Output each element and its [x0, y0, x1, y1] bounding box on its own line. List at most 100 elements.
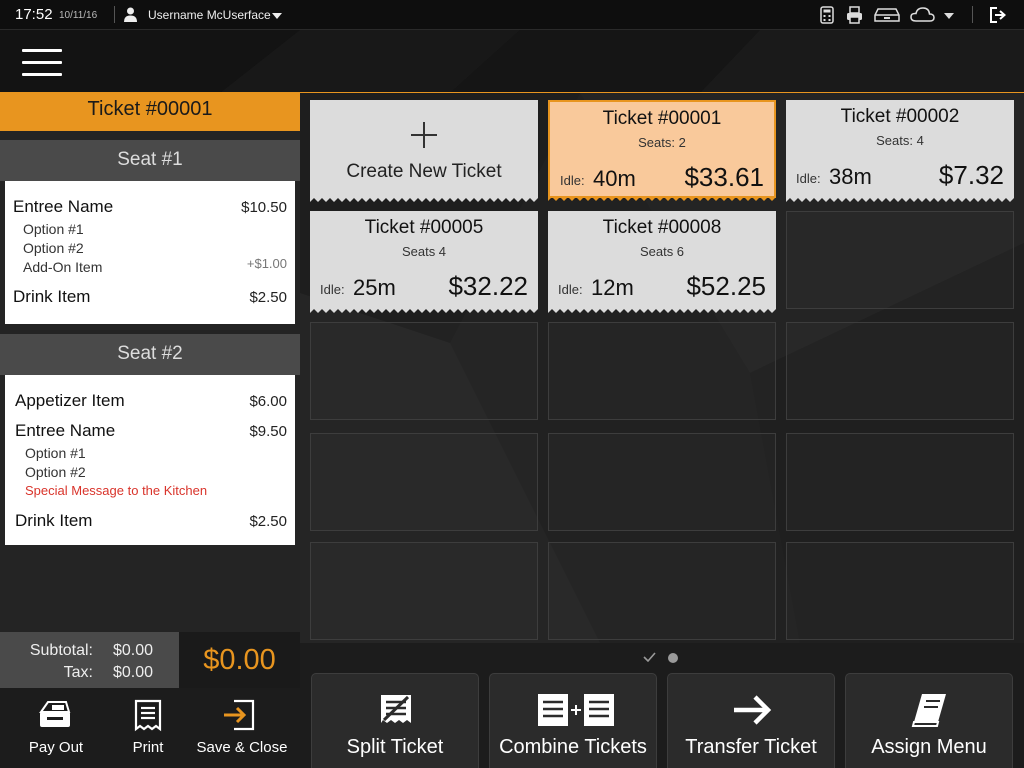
zigzag-edge: [548, 308, 776, 313]
subtotal-label: Subtotal:: [29, 642, 93, 659]
empty-ticket-slot: [548, 322, 776, 420]
item-name[interactable]: Entree Name: [13, 197, 113, 217]
pay-out-button[interactable]: Pay Out: [14, 688, 98, 768]
ticket-card-title: Ticket #00005: [364, 217, 484, 238]
empty-ticket-slot: [786, 542, 1014, 640]
zigzag-edge: [310, 308, 538, 313]
item-price: $6.00: [249, 393, 287, 410]
ticket-card-seats: Seats: 2: [638, 135, 686, 150]
empty-ticket-slot: [548, 542, 776, 640]
tax-label: Tax:: [63, 664, 93, 681]
logout-icon[interactable]: [989, 6, 1007, 24]
empty-ticket-slot: [548, 433, 776, 531]
empty-ticket-slot: [786, 211, 1014, 309]
addon-price: +$1.00: [246, 256, 287, 271]
ticket-amount: $7.32: [938, 160, 1004, 190]
clock: 17:52: [15, 6, 53, 23]
page-indicator: [300, 643, 1024, 673]
ticket-card-title: Ticket #00001: [602, 108, 722, 129]
ticket-card[interactable]: Ticket #00008 Seats 6 Idle: 12m $52.25: [548, 211, 776, 313]
ticket-amount: $52.25: [686, 271, 766, 301]
ticket-card-title: Ticket #00002: [840, 106, 960, 127]
zigzag-edge: [310, 197, 538, 202]
divider: [114, 6, 115, 23]
ticket-card-seats: Seats 6: [639, 244, 685, 259]
create-ticket-button[interactable]: Create New Ticket: [310, 100, 538, 202]
empty-ticket-slot: [786, 322, 1014, 420]
split-ticket-button[interactable]: Split Ticket: [311, 673, 479, 768]
user-menu-caret-icon[interactable]: [272, 13, 282, 19]
save-close-button[interactable]: Save & Close: [192, 688, 292, 768]
idle-label: Idle:: [320, 282, 345, 297]
page-dot[interactable]: [668, 653, 678, 663]
split-ticket-icon: [381, 695, 411, 723]
kitchen-message: Special Message to the Kitchen: [25, 483, 208, 498]
item-option: Option #2: [25, 464, 86, 480]
ticket-card-title: Ticket #00008: [602, 217, 722, 238]
item-addon: Add-On Item: [23, 259, 103, 275]
seat-header[interactable]: Seat #2: [0, 334, 300, 375]
order-panel: Ticket #00001 Seat #1 Entree Name $10.50…: [0, 93, 300, 768]
totals-summary: Subtotal: $0.00 Tax: $0.00: [0, 632, 179, 688]
seat-items: Entree Name $10.50 Option #1 Option #2 A…: [5, 181, 295, 324]
zigzag-edge: [786, 197, 1014, 202]
ticket-amount: $33.61: [684, 162, 764, 192]
print-label: Print: [132, 739, 164, 756]
ticket-card[interactable]: Ticket #00005 Seats 4 Idle: 25m $32.22: [310, 211, 538, 313]
cloud-icon[interactable]: [910, 6, 935, 24]
user-icon: [124, 7, 137, 22]
save-close-label: Save & Close: [196, 739, 288, 756]
cash-drawer-icon[interactable]: [874, 6, 900, 24]
dropdown-caret-icon[interactable]: [943, 6, 955, 24]
item-option: Option #1: [25, 445, 86, 461]
order-actions: Pay Out Print Save & Close: [0, 688, 300, 768]
combine-tickets-button[interactable]: Combine Tickets: [489, 673, 657, 768]
tax-value: $0.00: [113, 664, 154, 681]
item-name[interactable]: Entree Name: [15, 421, 115, 441]
menu-hamburger-icon[interactable]: [22, 49, 62, 77]
save-close-icon: [224, 699, 255, 731]
item-option: Option #2: [23, 240, 84, 256]
idle-time: 12m: [591, 275, 634, 300]
assign-menu-label: Assign Menu: [871, 736, 987, 758]
item-price: $10.50: [241, 199, 287, 216]
item-name[interactable]: Drink Item: [13, 287, 90, 307]
page-check-icon[interactable]: [643, 652, 656, 662]
ticket-actions: Split Ticket Combine Tickets Transfer Ti…: [300, 673, 1024, 768]
assign-menu-button[interactable]: Assign Menu: [845, 673, 1013, 768]
transfer-ticket-label: Transfer Ticket: [685, 736, 817, 758]
item-name[interactable]: Drink Item: [15, 511, 92, 531]
ticket-card[interactable]: Ticket #00001 Seats: 2 Idle: 40m $33.61: [548, 100, 776, 201]
item-price: $9.50: [249, 423, 287, 440]
cash-register-icon: [39, 701, 71, 727]
printer-icon[interactable]: [846, 6, 863, 24]
date: 10/11/16: [59, 10, 98, 21]
idle-label: Idle:: [560, 173, 585, 188]
empty-ticket-slot: [310, 542, 538, 640]
ticket-title: Ticket #00001: [0, 93, 300, 131]
username[interactable]: Username McUserface: [148, 8, 271, 22]
create-ticket-label: Create New Ticket: [346, 161, 502, 182]
ticket-card-seats: Seats 4: [401, 244, 447, 259]
transfer-ticket-button[interactable]: Transfer Ticket: [667, 673, 835, 768]
seat-header[interactable]: Seat #1: [0, 140, 300, 181]
print-button[interactable]: Print: [112, 688, 184, 768]
ticket-card[interactable]: Ticket #00002 Seats: 4 Idle: 38m $7.32: [786, 100, 1014, 202]
divider: [972, 6, 973, 23]
subtotal-value: $0.00: [113, 642, 154, 659]
ticket-card-seats: Seats: 4: [876, 133, 924, 148]
idle-time: 40m: [593, 166, 636, 191]
item-price: $2.50: [249, 289, 287, 306]
item-name[interactable]: Appetizer Item: [15, 391, 125, 411]
seat-items: Appetizer Item $6.00 Entree Name $9.50 O…: [5, 375, 295, 545]
ticket-grid: Create New Ticket Ticket #00001 Seats: 2…: [300, 93, 1024, 643]
app-header: [0, 30, 1024, 93]
ticket-amount: $32.22: [448, 271, 528, 301]
zigzag-edge: [548, 196, 776, 201]
header-background: [0, 30, 1024, 92]
combine-tickets-label: Combine Tickets: [499, 736, 647, 758]
total-amount: $0.00: [203, 644, 276, 676]
split-ticket-label: Split Ticket: [346, 736, 444, 758]
calculator-icon[interactable]: [820, 6, 834, 24]
combine-tickets-icon: [538, 694, 614, 726]
